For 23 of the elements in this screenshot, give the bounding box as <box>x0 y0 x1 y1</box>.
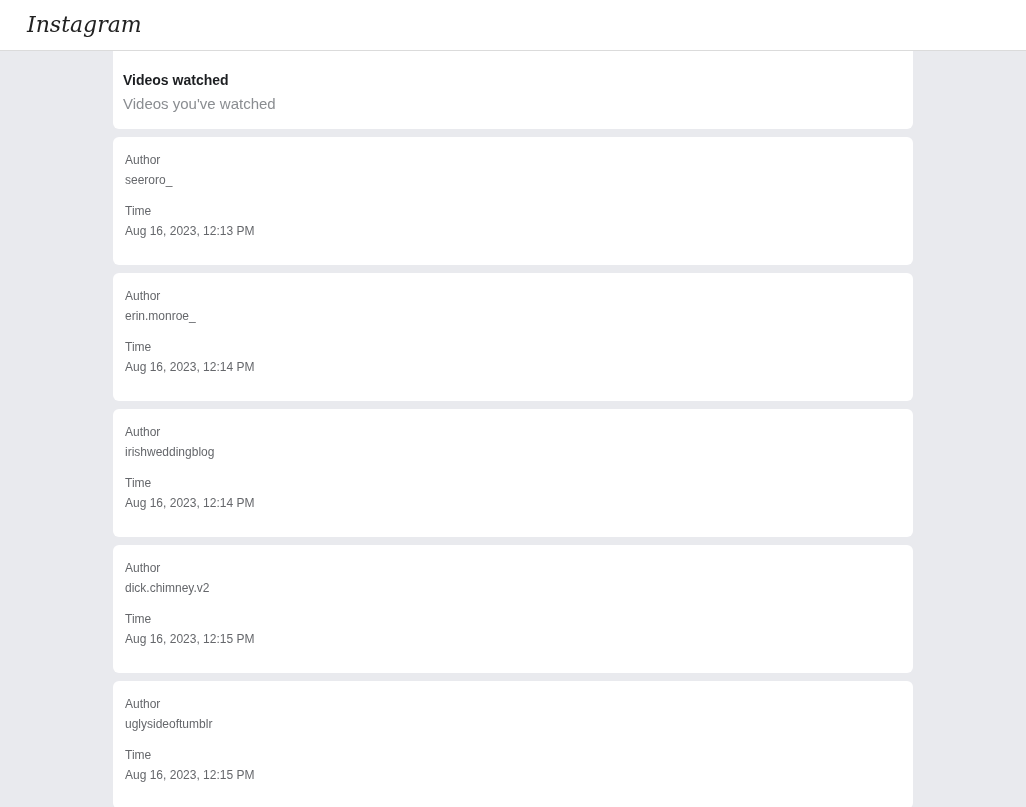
field-value: Aug 16, 2023, 12:13 PM <box>125 223 255 239</box>
field-value: uglysideoftumblr <box>125 716 213 732</box>
field-value: dick.chimney.v2 <box>125 580 210 596</box>
field-label: Author <box>125 424 161 440</box>
section-subtitle: Videos you've watched <box>123 95 276 112</box>
field-value: Aug 16, 2023, 12:14 PM <box>125 495 255 511</box>
field-value: Aug 16, 2023, 12:15 PM <box>125 767 255 783</box>
field-label: Author <box>125 288 161 304</box>
field-label: Time <box>125 475 152 491</box>
field-label: Author <box>125 152 161 168</box>
field-value: irishweddingblog <box>125 444 215 460</box>
field-label: Time <box>125 747 152 763</box>
field-value: Aug 16, 2023, 12:15 PM <box>125 631 255 647</box>
field-value: Aug 16, 2023, 12:14 PM <box>125 359 255 375</box>
field-value: seeroro_ <box>125 172 173 188</box>
section-title: Videos watched <box>123 72 229 88</box>
field-label: Time <box>125 339 152 355</box>
field-value: erin.monroe_ <box>125 308 196 324</box>
logo[interactable]: Instagram <box>27 14 142 36</box>
field-label: Time <box>125 611 152 627</box>
field-label: Author <box>125 560 161 576</box>
field-label: Time <box>125 203 152 219</box>
field-label: Author <box>125 696 161 712</box>
